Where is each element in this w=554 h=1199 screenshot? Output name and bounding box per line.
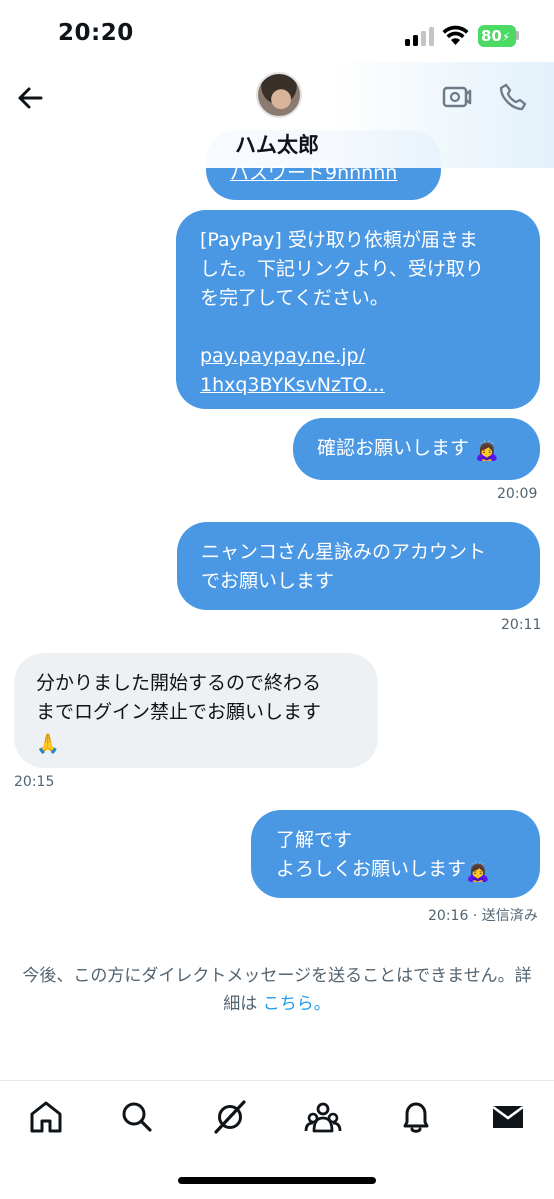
message-timestamp: 20:09 — [497, 486, 538, 502]
message-timestamp: 20:11 — [501, 617, 542, 633]
signal-icon — [405, 26, 435, 46]
contact-avatar[interactable] — [256, 72, 302, 118]
message-bubble[interactable]: 確認お願いします 🙇‍♀️ — [293, 418, 540, 480]
back-arrow-icon[interactable] — [14, 82, 46, 114]
search-icon[interactable] — [117, 1097, 157, 1137]
message-line: [PayPay] 受け取り依頼が届きま — [200, 229, 478, 251]
message-timestamp-sent: 20:16 · 送信済み — [428, 908, 538, 924]
contact-name[interactable]: ハム太郎 — [0, 129, 554, 159]
status-time: 20:20 — [58, 20, 134, 46]
grok-icon[interactable] — [210, 1097, 250, 1137]
message-line: 分かりました開始するので終わる — [36, 672, 322, 694]
battery-icon: 80⚡ — [478, 25, 516, 47]
dm-restricted-notice: 今後、この方にダイレクトメッセージを送ることはできません。詳細は こちら。 — [14, 962, 540, 1018]
message-line: までログイン禁止でお願いします — [36, 701, 322, 723]
bowing-person-emoji: 🙇‍♀️ — [475, 440, 499, 462]
message-line: した。下記リンクより、受け取り — [200, 258, 484, 280]
message-bubble-paypay[interactable]: [PayPay] 受け取り依頼が届きま した。下記リンクより、受け取り を完了し… — [176, 210, 540, 409]
messages-envelope-icon[interactable] — [488, 1097, 528, 1137]
message-text: 確認お願いします — [317, 437, 470, 459]
message-timestamp: 20:15 — [14, 774, 55, 790]
notifications-bell-icon[interactable] — [396, 1097, 436, 1137]
message-bubble-received[interactable]: 分かりました開始するので終わる までログイン禁止でお願いします 🙏 — [14, 653, 378, 768]
folded-hands-emoji: 🙏 — [36, 733, 60, 755]
phone-call-icon[interactable] — [498, 82, 528, 112]
home-indicator — [178, 1177, 376, 1184]
paypay-link[interactable]: pay.paypay.ne.jp/ — [200, 342, 540, 371]
battery-level: 80 — [481, 27, 502, 45]
home-icon[interactable] — [26, 1097, 66, 1137]
video-call-icon[interactable] — [442, 84, 472, 110]
battery-tip — [516, 31, 519, 40]
conversation-header: ハム太郎 — [0, 62, 554, 168]
wifi-icon — [442, 25, 469, 45]
message-line: よろしくお願いします — [276, 858, 467, 880]
status-bar: 20:20 80⚡ — [0, 0, 554, 70]
bowing-person-emoji: 🙇‍♀️ — [466, 861, 490, 883]
message-line: ニャンコさん星詠みのアカウント — [201, 541, 487, 563]
paypay-link-continued[interactable]: 1hxq3BYKsvNzTO... — [200, 371, 540, 400]
details-link[interactable]: こちら。 — [263, 994, 331, 1014]
communities-icon[interactable] — [303, 1097, 343, 1137]
message-line: を完了してください。 — [200, 287, 389, 309]
message-line: でお願いします — [201, 570, 335, 592]
message-line: 了解です — [276, 829, 353, 851]
message-bubble[interactable]: ニャンコさん星詠みのアカウント でお願いします — [177, 522, 540, 610]
message-bubble[interactable]: 了解です よろしくお願いします🙇‍♀️ — [251, 810, 540, 898]
